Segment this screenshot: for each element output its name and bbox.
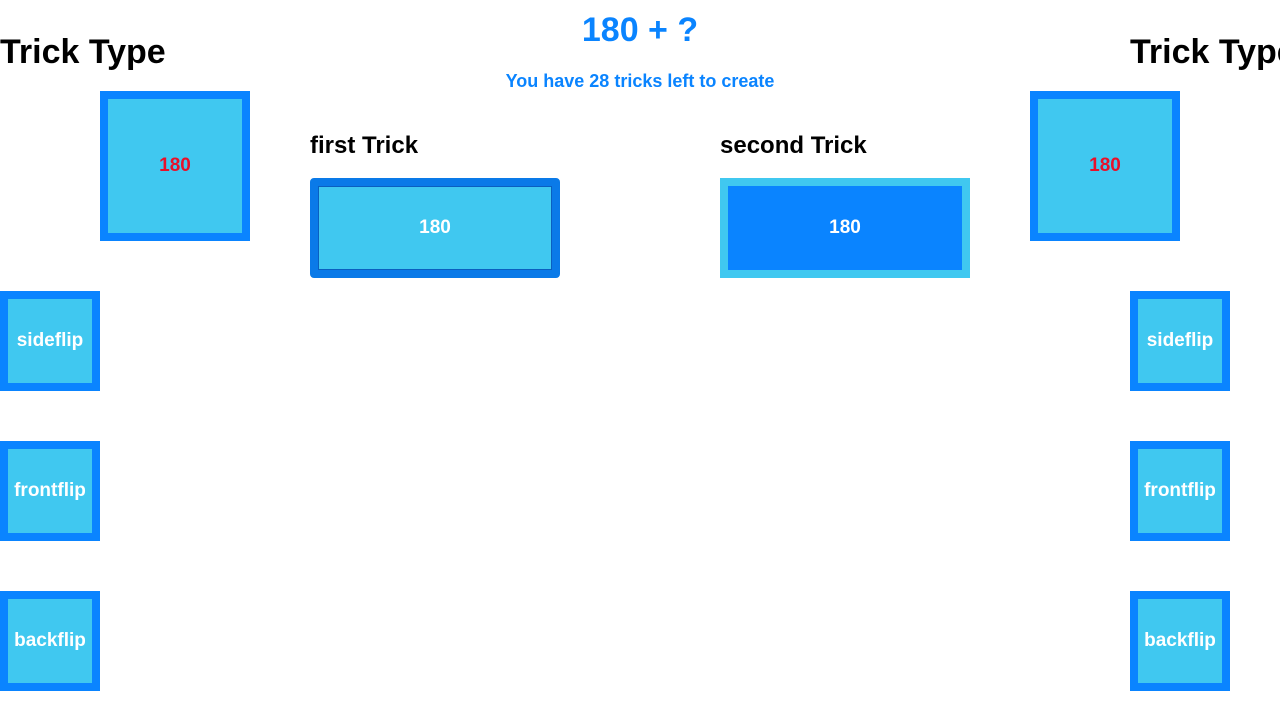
left-trick-type-heading: Trick Type [0, 33, 166, 71]
right-trick-type-heading: Trick Type [1130, 33, 1280, 71]
page-title: 180 + ? [581, 11, 699, 49]
left-option-backflip[interactable]: backflip [0, 591, 100, 691]
second-trick-label: second Trick [720, 132, 867, 159]
first-trick-label: first Trick [310, 132, 419, 159]
left-option-frontflip[interactable]: frontflip [0, 441, 100, 541]
right-option-sideflip[interactable]: sideflip [1130, 291, 1230, 391]
right-selected-trick-tile[interactable]: 180 [1030, 91, 1180, 241]
tricks-remaining-text: You have 28 tricks left to create [505, 71, 775, 91]
first-trick-slot[interactable]: 180 [310, 178, 560, 278]
left-option-sideflip[interactable]: sideflip [0, 291, 100, 391]
right-option-frontflip[interactable]: frontflip [1130, 441, 1230, 541]
left-selected-trick-tile[interactable]: 180 [100, 91, 250, 241]
right-option-backflip[interactable]: backflip [1130, 591, 1230, 691]
second-trick-slot[interactable]: 180 [720, 178, 970, 278]
